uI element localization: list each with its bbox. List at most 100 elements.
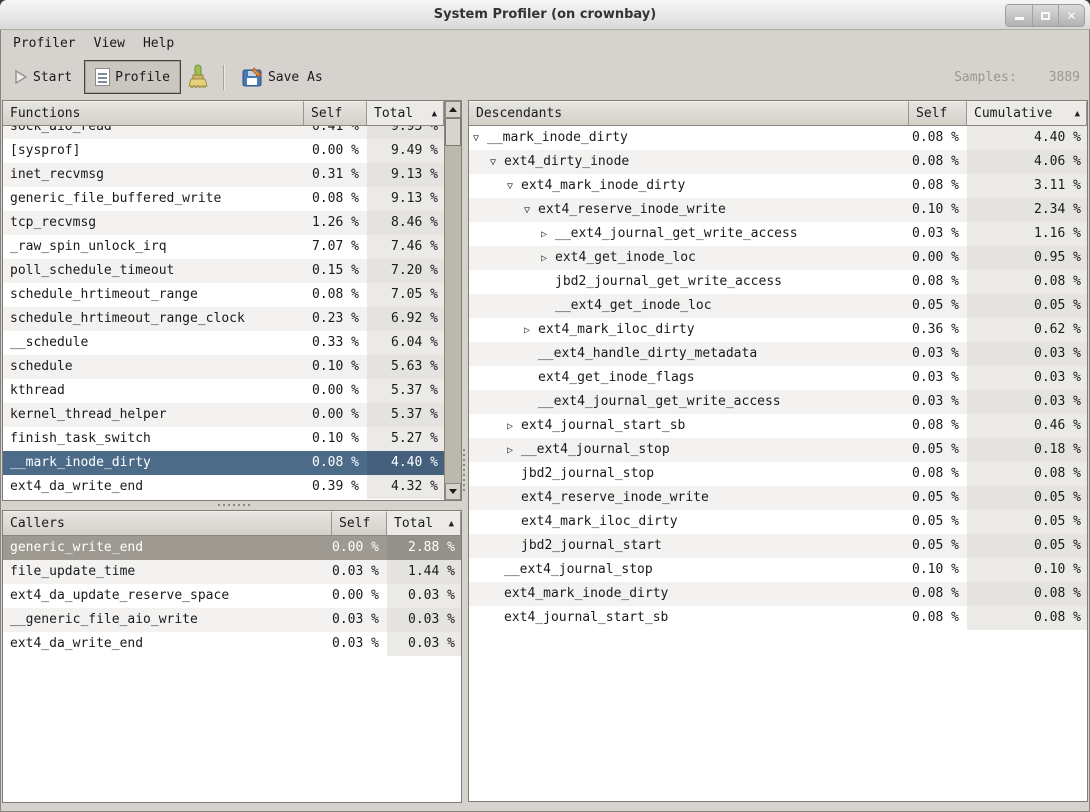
- menu-view[interactable]: View: [85, 33, 134, 54]
- cumulative-column-header[interactable]: Cumulative▲: [967, 101, 1087, 126]
- functions-column-header[interactable]: Functions: [3, 101, 304, 126]
- self-column-header[interactable]: Self: [909, 101, 967, 126]
- total-column-header[interactable]: Total▲: [367, 101, 444, 126]
- table-row[interactable]: ▷__ext4_journal_get_write_access0.03 %1.…: [469, 222, 1087, 246]
- tree-collapsed-icon[interactable]: ▷: [541, 247, 555, 270]
- total-percent: 5.37 %: [367, 379, 444, 403]
- titlebar[interactable]: System Profiler (on crownbay) ✕: [0, 0, 1090, 30]
- name-cell: ext4_get_inode_flags: [469, 366, 909, 390]
- table-row[interactable]: schedule_hrtimeout_range0.08 %7.05 %: [3, 283, 444, 307]
- clear-button[interactable]: [181, 60, 214, 94]
- functions-scrollbar[interactable]: [444, 101, 461, 500]
- table-row[interactable]: ext4_journal_start_sb0.08 %0.08 %: [469, 606, 1087, 630]
- tree-expanded-icon[interactable]: ▽: [473, 127, 487, 150]
- table-row[interactable]: ▷ext4_get_inode_loc0.00 %0.95 %: [469, 246, 1087, 270]
- menu-profiler[interactable]: Profiler: [4, 33, 85, 54]
- table-row[interactable]: ext4_da_update_reserve_space0.00 %0.03 %: [3, 584, 461, 608]
- table-row[interactable]: poll_schedule_timeout0.15 %7.20 %: [3, 259, 444, 283]
- self-percent: 0.08 %: [304, 451, 367, 475]
- tree-expanded-icon[interactable]: ▽: [507, 175, 521, 198]
- table-row[interactable]: __ext4_handle_dirty_metadata0.03 %0.03 %: [469, 342, 1087, 366]
- table-row[interactable]: sock_aio_read0.41 %9.93 %: [3, 126, 444, 139]
- table-row[interactable]: ▷ext4_journal_start_sb0.08 %0.46 %: [469, 414, 1087, 438]
- table-row[interactable]: jbd2_journal_get_write_access0.08 %0.08 …: [469, 270, 1087, 294]
- table-row[interactable]: _raw_spin_unlock_irq7.07 %7.46 %: [3, 235, 444, 259]
- name-cell: ▽__mark_inode_dirty: [469, 126, 909, 150]
- tree-expanded-icon[interactable]: ▽: [524, 199, 538, 222]
- self-percent: 0.08 %: [909, 582, 967, 606]
- table-row[interactable]: jbd2_journal_start0.05 %0.05 %: [469, 534, 1087, 558]
- total-percent: 4.40 %: [367, 451, 444, 475]
- window-controls: ✕: [1005, 4, 1085, 27]
- table-row[interactable]: file_update_time0.03 %1.44 %: [3, 560, 461, 584]
- self-column-header[interactable]: Self: [332, 511, 387, 536]
- table-row[interactable]: ext4_reserve_inode_write0.05 %0.05 %: [469, 486, 1087, 510]
- cumulative-percent: 0.08 %: [967, 606, 1087, 630]
- table-row[interactable]: ▽__mark_inode_dirty0.08 %4.40 %: [469, 126, 1087, 150]
- function-name: ext4_mark_inode_dirty: [504, 586, 668, 601]
- self-percent: 0.05 %: [909, 438, 967, 462]
- scroll-up-button[interactable]: [445, 101, 461, 118]
- table-row[interactable]: __mark_inode_dirty0.08 %4.40 %: [3, 451, 444, 475]
- table-row[interactable]: generic_write_end0.00 %2.88 %: [3, 536, 461, 560]
- self-column-header[interactable]: Self: [304, 101, 367, 126]
- function-name: finish_task_switch: [10, 431, 151, 446]
- tree-collapsed-icon[interactable]: ▷: [507, 415, 521, 438]
- vertical-splitter-grip[interactable]: [463, 449, 465, 491]
- close-button[interactable]: ✕: [1058, 5, 1084, 26]
- table-row[interactable]: ▷__ext4_journal_stop0.05 %0.18 %: [469, 438, 1087, 462]
- scroll-down-button[interactable]: [445, 483, 461, 500]
- table-row[interactable]: __ext4_get_inode_loc0.05 %0.05 %: [469, 294, 1087, 318]
- table-row[interactable]: ▽ext4_reserve_inode_write0.10 %2.34 %: [469, 198, 1087, 222]
- tree-collapsed-icon[interactable]: ▷: [541, 223, 555, 246]
- name-cell: ext4_mark_iloc_dirty: [469, 510, 909, 534]
- maximize-button[interactable]: [1032, 5, 1058, 26]
- app-window: System Profiler (on crownbay) ✕ Profiler…: [0, 0, 1090, 812]
- tree-expanded-icon[interactable]: ▽: [490, 151, 504, 174]
- table-row[interactable]: ext4_da_write_end0.03 %0.03 %: [3, 632, 461, 656]
- document-icon: [95, 68, 110, 86]
- scrollbar-thumb[interactable]: [445, 118, 461, 146]
- table-row[interactable]: ext4_mark_iloc_dirty0.05 %0.05 %: [469, 510, 1087, 534]
- table-row[interactable]: ▽ext4_dirty_inode0.08 %4.06 %: [469, 150, 1087, 174]
- table-row[interactable]: jbd2_journal_stop0.08 %0.08 %: [469, 462, 1087, 486]
- table-row[interactable]: schedule0.10 %5.63 %: [3, 355, 444, 379]
- table-row[interactable]: ext4_mark_inode_dirty0.08 %0.08 %: [469, 582, 1087, 606]
- table-row[interactable]: [sysprof]0.00 %9.49 %: [3, 139, 444, 163]
- self-percent: 0.39 %: [304, 475, 367, 499]
- table-row[interactable]: ▽ext4_mark_inode_dirty0.08 %3.11 %: [469, 174, 1087, 198]
- cumulative-percent: 2.34 %: [967, 198, 1087, 222]
- table-row[interactable]: generic_file_buffered_write0.08 %9.13 %: [3, 187, 444, 211]
- table-row[interactable]: __ext4_journal_stop0.10 %0.10 %: [469, 558, 1087, 582]
- table-row[interactable]: tcp_recvmsg1.26 %8.46 %: [3, 211, 444, 235]
- tree-collapsed-icon[interactable]: ▷: [507, 439, 521, 462]
- table-row[interactable]: finish_task_switch0.10 %5.27 %: [3, 427, 444, 451]
- table-row[interactable]: kthread0.00 %5.37 %: [3, 379, 444, 403]
- table-row[interactable]: __generic_file_aio_write0.03 %0.03 %: [3, 608, 461, 632]
- total-column-header[interactable]: Total▲: [387, 511, 461, 536]
- descendants-column-header[interactable]: Descendants: [469, 101, 909, 126]
- save-as-button[interactable]: Save As: [234, 60, 331, 94]
- table-row[interactable]: ext4_da_write_end0.39 %4.32 %: [3, 475, 444, 499]
- tree-collapsed-icon[interactable]: ▷: [524, 319, 538, 342]
- table-row[interactable]: ext4_get_inode_flags0.03 %0.03 %: [469, 366, 1087, 390]
- cumulative-percent: 0.05 %: [967, 534, 1087, 558]
- horizontal-splitter-grip[interactable]: [218, 504, 250, 506]
- name-cell: [sysprof]: [3, 139, 304, 163]
- start-button[interactable]: Start: [6, 60, 80, 94]
- minimize-button[interactable]: [1006, 5, 1032, 26]
- table-row[interactable]: schedule_hrtimeout_range_clock0.23 %6.92…: [3, 307, 444, 331]
- cumulative-percent: 0.05 %: [967, 486, 1087, 510]
- table-row[interactable]: __ext4_journal_get_write_access0.03 %0.0…: [469, 390, 1087, 414]
- callers-column-header[interactable]: Callers: [3, 511, 332, 536]
- table-row[interactable]: __schedule0.33 %6.04 %: [3, 331, 444, 355]
- function-name: __generic_file_aio_write: [10, 612, 198, 627]
- table-row[interactable]: inet_recvmsg0.31 %9.13 %: [3, 163, 444, 187]
- profile-toggle-button[interactable]: Profile: [84, 60, 181, 94]
- name-cell: sock_aio_read: [3, 126, 304, 139]
- table-row[interactable]: kernel_thread_helper0.00 %5.37 %: [3, 403, 444, 427]
- table-row[interactable]: ▷ext4_mark_iloc_dirty0.36 %0.62 %: [469, 318, 1087, 342]
- function-name: poll_schedule_timeout: [10, 263, 174, 278]
- menu-help[interactable]: Help: [134, 33, 183, 54]
- self-percent: 0.36 %: [909, 318, 967, 342]
